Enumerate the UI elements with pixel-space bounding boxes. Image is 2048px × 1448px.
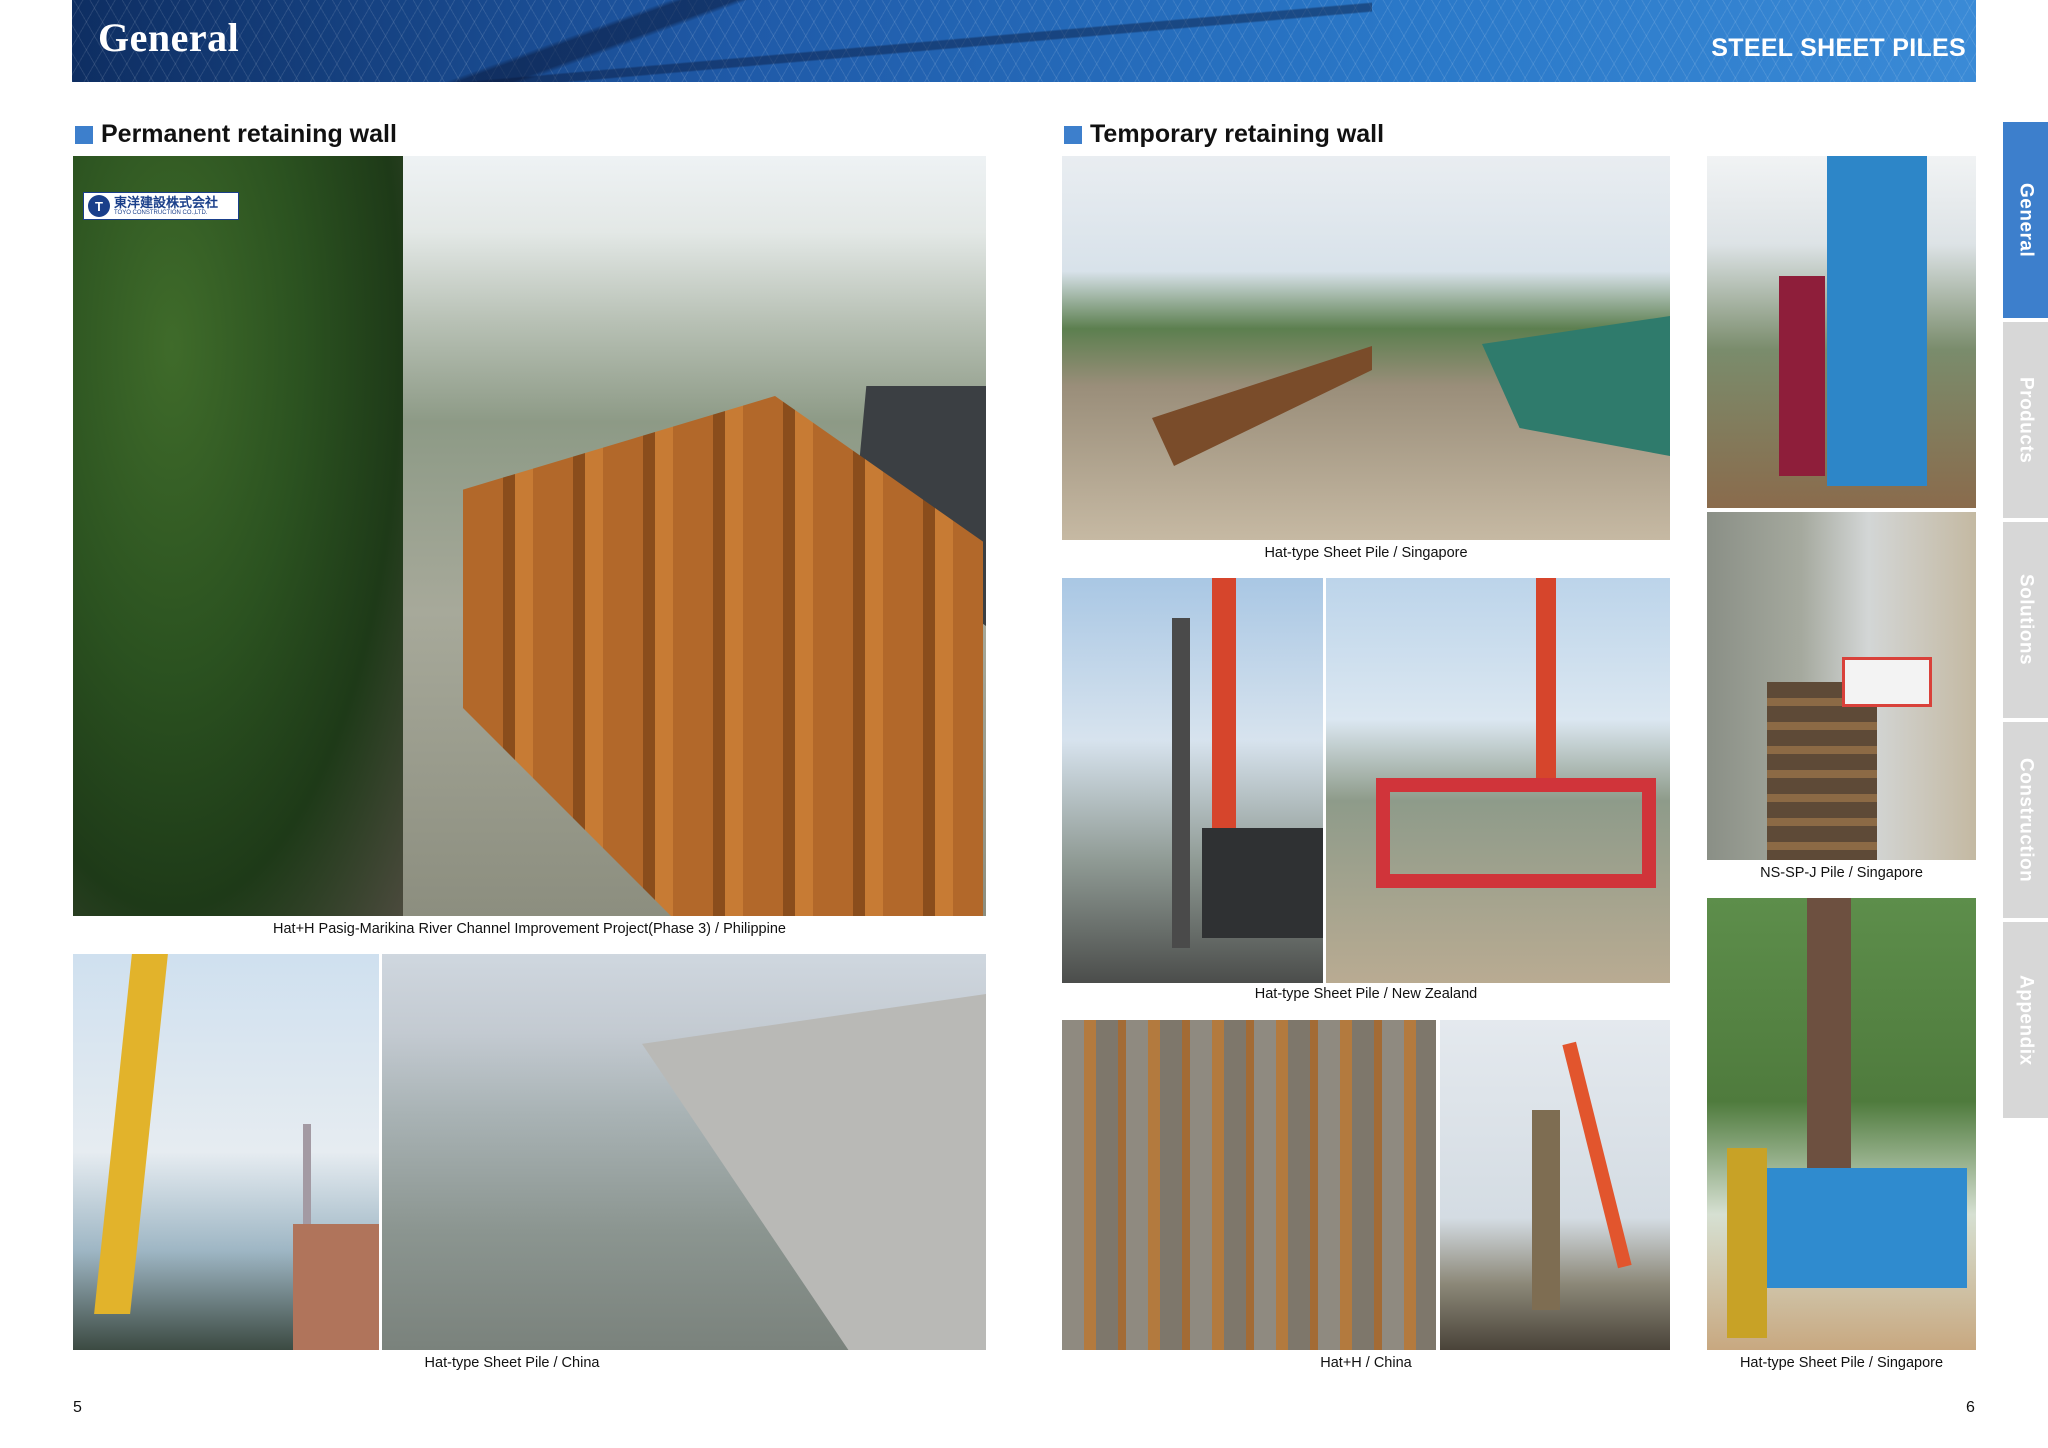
caption-china-hat-h: Hat+H / China [1320, 1355, 1412, 1371]
new-zealand-photo-2 [1326, 578, 1670, 983]
toyo-construction-logo: T 東洋建設株式会社 TOYO CONSTRUCTION CO.,LTD. [83, 192, 239, 220]
singapore-machine-photo [1707, 156, 1976, 508]
tab-products[interactable]: Products [2003, 322, 2048, 518]
tab-solutions-label: Solutions [2015, 574, 2037, 666]
tab-solutions[interactable]: Solutions [2003, 522, 2048, 718]
caption-nssp-singapore: NS-SP-J Pile / Singapore [1760, 865, 1923, 881]
heading-square-icon [75, 125, 93, 144]
product-title: STEEL SHEET PILES [1711, 34, 1966, 62]
tab-general[interactable]: General [2003, 122, 2048, 318]
header-banner: General STEEL SHEET PILES [72, 0, 1976, 82]
china-sheet-wall-photo [1062, 1020, 1436, 1350]
page-number-left: 5 [73, 1399, 82, 1416]
china-crane-photo [73, 954, 379, 1350]
permanent-heading-text: Permanent retaining wall [101, 120, 397, 148]
singapore-hat-type-photo [1062, 156, 1670, 540]
caption-new-zealand: Hat-type Sheet Pile / New Zealand [1254, 986, 1478, 1002]
temporary-heading: Temporary retaining wall [1064, 120, 1384, 149]
tab-appendix[interactable]: Appendix [2003, 922, 2048, 1118]
logo-subtext: TOYO CONSTRUCTION CO.,LTD. [114, 210, 208, 216]
caption-china-hat-type: Hat-type Sheet Pile / China [424, 1355, 600, 1371]
tab-construction-label: Construction [2015, 757, 2037, 883]
page-number-right: 6 [1966, 1399, 1975, 1416]
singapore-nssp-photo [1707, 512, 1976, 860]
heading-square-icon [1064, 125, 1082, 144]
caption-river-channel: Hat+H Pasig-Marikina River Channel Impro… [273, 921, 786, 937]
logo-text: 東洋建設株式会社 [114, 195, 219, 210]
china-pile-crane-photo [1440, 1020, 1670, 1350]
toyo-logo-icon: T [88, 195, 110, 217]
china-canal-photo [382, 954, 986, 1350]
river-channel-photo: T 東洋建設株式会社 TOYO CONSTRUCTION CO.,LTD. [73, 156, 986, 916]
banner-graphic [272, 0, 1372, 82]
tab-construction[interactable]: Construction [2003, 722, 2048, 918]
new-zealand-photo-1 [1062, 578, 1323, 983]
caption-singapore-hat-type-2: Hat-type Sheet Pile / Singapore [1739, 1355, 1944, 1371]
tab-general-label: General [2015, 182, 2037, 258]
singapore-pile-driver-photo [1707, 898, 1976, 1350]
permanent-heading: Permanent retaining wall [75, 120, 397, 149]
caption-singapore-hat-type: Hat-type Sheet Pile / Singapore [1264, 545, 1468, 561]
tab-appendix-label: Appendix [2015, 974, 2037, 1066]
tab-products-label: Products [2015, 376, 2037, 464]
page-title: General [98, 15, 240, 60]
temporary-heading-text: Temporary retaining wall [1090, 120, 1385, 148]
